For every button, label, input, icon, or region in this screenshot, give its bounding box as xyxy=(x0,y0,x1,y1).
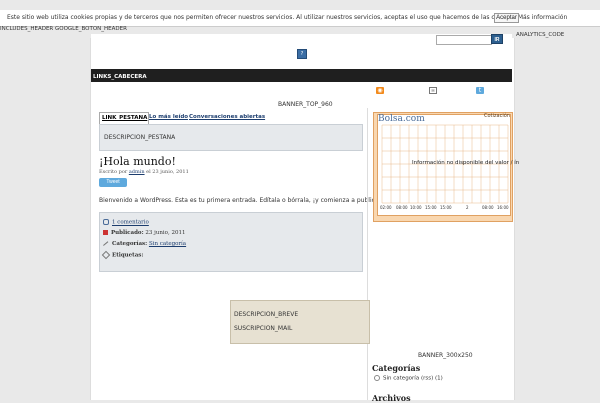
mail-icon[interactable]: ✉ xyxy=(429,87,437,94)
widget-unavailable-message: Información no disponible del valor / ín xyxy=(412,160,520,166)
brief-description: DESCRIPCION_BREVE xyxy=(234,311,299,318)
twitter-icon[interactable]: t xyxy=(476,87,484,94)
tags-row: Etiquetas: xyxy=(101,250,144,260)
tab-link-pestana[interactable]: LINK_PESTANA xyxy=(99,112,149,124)
x-tick: 10:00 xyxy=(410,205,422,210)
x-tick: 08:00 xyxy=(396,205,408,210)
x-tick: 15:00 xyxy=(440,205,452,210)
header-includes-placeholder: INCLUDES_HEADER GOOGLE_BOTON_HEADER xyxy=(0,26,127,32)
search-button[interactable]: IR xyxy=(491,34,503,44)
archives-heading: Archivos xyxy=(372,393,411,403)
brief-box xyxy=(230,300,370,344)
post-title[interactable]: ¡Hola mundo! xyxy=(99,155,176,168)
categories-heading: Categorías xyxy=(372,363,421,373)
category-link[interactable]: Sin categoría xyxy=(149,241,186,247)
category-label: Categorías: xyxy=(112,241,148,247)
banner-top-placeholder: BANNER_TOP_960 xyxy=(278,101,333,108)
banner-side-placeholder: BANNER_300x250 xyxy=(418,352,473,359)
tags-label: Etiquetas: xyxy=(112,252,144,259)
tweet-button[interactable]: Tweet xyxy=(99,178,127,187)
x-tick: 02:00 xyxy=(380,205,392,210)
image-placeholder-icon[interactable]: ? xyxy=(297,49,307,59)
widget-brand-logo[interactable]: Bolsa.com xyxy=(378,114,425,124)
x-tick: 15:00 xyxy=(425,205,437,210)
column-divider xyxy=(367,108,368,400)
category-row: Categorías: Sin categoría xyxy=(103,240,186,247)
post-meta-prefix: Escrito por xyxy=(99,169,128,175)
bullet-icon xyxy=(374,375,380,381)
tab-mas-leido[interactable]: Lo más leído xyxy=(147,112,190,123)
nav-bar xyxy=(91,69,512,82)
nav-links-placeholder[interactable]: LINKS_CABECERA xyxy=(93,74,147,80)
rss-icon[interactable]: ◉ xyxy=(376,87,384,94)
analytics-placeholder: ANALYTICS_CODE xyxy=(516,32,565,38)
widget-title: Cotización xyxy=(484,113,510,119)
post-meta-date: el 23 junio, 2011 xyxy=(146,169,189,175)
category-list-item[interactable]: Sin categoría (rss) (1) xyxy=(374,375,443,382)
x-tick: 16:00 xyxy=(497,205,509,210)
comments-link[interactable]: 1 comentario xyxy=(112,220,149,226)
x-tick: 08:00 xyxy=(482,205,494,210)
x-tick: 2 xyxy=(466,205,469,210)
post-meta: Escrito por admin el 23 junio, 2011 xyxy=(99,169,189,175)
published-label: Publicado: xyxy=(111,230,144,236)
cookie-notice-text: Este sitio web utiliza cookies propias y… xyxy=(7,14,568,21)
category-item-label[interactable]: Sin categoría (rss) (1) xyxy=(383,376,443,382)
pencil-icon xyxy=(103,240,109,247)
tab-conversaciones[interactable]: Conversaciones abiertas xyxy=(187,112,267,123)
published-date: 23 junio, 2011 xyxy=(145,230,186,236)
subscription-mail-placeholder[interactable]: SUSCRIPCION_MAIL xyxy=(234,325,292,332)
post-body: Bienvenido a WordPress. Esta es tu prime… xyxy=(99,197,386,204)
tab-description: DESCRIPCION_PESTANA xyxy=(104,134,176,141)
calendar-icon xyxy=(103,230,108,235)
tweet-label: Tweet xyxy=(106,179,120,185)
tag-icon xyxy=(101,250,111,260)
published-row: Publicado: 23 junio, 2011 xyxy=(103,230,185,236)
cookie-accept-button[interactable]: Aceptar xyxy=(494,13,519,23)
search-input[interactable] xyxy=(436,35,492,45)
comments-row: 1 comentario xyxy=(103,219,149,226)
post-author-link[interactable]: admin xyxy=(129,169,145,175)
comment-icon xyxy=(103,219,109,225)
